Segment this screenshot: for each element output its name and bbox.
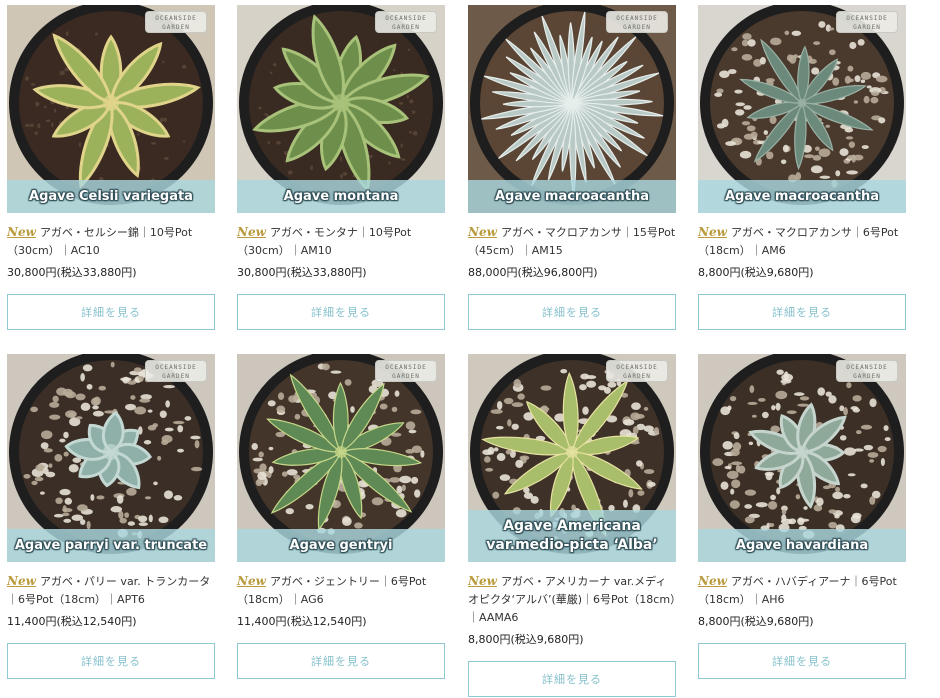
product-title-row: New アガベ・モンタナ｜10号Pot（30cm）｜AM10	[237, 223, 445, 260]
brand-logo: OCEANSIDE GARDEN	[836, 360, 898, 382]
new-badge: New	[237, 574, 266, 588]
brand-logo: OCEANSIDE GARDEN	[375, 11, 437, 33]
product-card: OCEANSIDE GARDEN Agave macroacantha New アガ…	[698, 5, 906, 330]
product-image[interactable]: OCEANSIDE GARDEN Agave gentryi	[237, 354, 445, 562]
detail-button[interactable]: 詳細を見る	[237, 294, 445, 330]
product-image[interactable]: OCEANSIDE GARDEN Agave Celsii variegata	[7, 5, 215, 213]
brand-logo: OCEANSIDE GARDEN	[836, 11, 898, 33]
brand-logo: OCEANSIDE GARDEN	[145, 360, 207, 382]
detail-button[interactable]: 詳細を見る	[468, 294, 676, 330]
product-price: 11,400円(税込12,540円)	[237, 615, 367, 628]
product-card: OCEANSIDE GARDEN Agave macroacantha New アガ…	[468, 5, 676, 330]
product-price: 11,400円(税込12,540円)	[7, 615, 137, 628]
product-title[interactable]: アガベ・マクロアカンサ｜15号Pot（45cm）｜AM15	[468, 226, 675, 257]
product-title-row: New アガベ・アメリカーナ var.メディオピクタ‘アルバ’(華厳)｜6号Pot…	[468, 572, 676, 627]
product-price: 8,800円(税込9,680円)	[468, 633, 584, 646]
product-title[interactable]: アガベ・ハバディアーナ｜6号Pot（18cm）｜AH6	[698, 575, 897, 606]
detail-button[interactable]: 詳細を見る	[7, 294, 215, 330]
product-name-banner: Agave macroacantha	[698, 180, 906, 213]
product-card: OCEANSIDE GARDEN Agave havardiana New アガベ・…	[698, 354, 906, 679]
new-badge: New	[698, 574, 727, 588]
brand-logo: OCEANSIDE GARDEN	[606, 11, 668, 33]
product-name-banner: Agave gentryi	[237, 529, 445, 562]
product-name-banner: Agave montana	[237, 180, 445, 213]
product-image[interactable]: OCEANSIDE GARDEN Agave macroacantha	[698, 5, 906, 213]
product-card: OCEANSIDE GARDEN Agave montana New アガベ・モンタ…	[237, 5, 445, 330]
product-title-row: New アガベ・ハバディアーナ｜6号Pot（18cm）｜AH6	[698, 572, 906, 609]
product-image[interactable]: OCEANSIDE GARDEN Agave Americana var.medi…	[468, 354, 676, 562]
brand-logo: OCEANSIDE GARDEN	[145, 11, 207, 33]
new-badge: New	[698, 225, 727, 239]
new-badge: New	[468, 225, 497, 239]
new-badge: New	[237, 225, 266, 239]
product-image[interactable]: OCEANSIDE GARDEN Agave havardiana	[698, 354, 906, 562]
product-name-banner: Agave Americana var.medio-picta ‘Alba’	[468, 510, 676, 562]
detail-button[interactable]: 詳細を見る	[698, 294, 906, 330]
product-image[interactable]: OCEANSIDE GARDEN Agave montana	[237, 5, 445, 213]
product-price: 30,800円(税込33,880円)	[237, 266, 367, 279]
product-title[interactable]: アガベ・パリー var. トランカータ｜6号Pot（18cm）｜APT6	[7, 575, 210, 606]
product-card: OCEANSIDE GARDEN Agave gentryi New アガベ・ジェン…	[237, 354, 445, 679]
detail-button[interactable]: 詳細を見る	[7, 643, 215, 679]
new-badge: New	[7, 225, 36, 239]
product-name-banner: Agave havardiana	[698, 529, 906, 562]
product-price: 8,800円(税込9,680円)	[698, 266, 814, 279]
product-title-row: New アガベ・セルシー錦｜10号Pot（30cm）｜AC10	[7, 223, 215, 260]
detail-button[interactable]: 詳細を見る	[468, 661, 676, 697]
product-card: OCEANSIDE GARDEN Agave parryi var. trunca…	[7, 354, 215, 679]
detail-button[interactable]: 詳細を見る	[237, 643, 445, 679]
product-name-banner: Agave macroacantha	[468, 180, 676, 213]
detail-button[interactable]: 詳細を見る	[698, 643, 906, 679]
product-image[interactable]: OCEANSIDE GARDEN Agave macroacantha	[468, 5, 676, 213]
product-title-row: New アガベ・マクロアカンサ｜15号Pot（45cm）｜AM15	[468, 223, 676, 260]
brand-logo: OCEANSIDE GARDEN	[375, 360, 437, 382]
product-price: 8,800円(税込9,680円)	[698, 615, 814, 628]
product-name-banner: Agave parryi var. truncate	[7, 529, 215, 562]
product-title-row: New アガベ・ジェントリー｜6号Pot（18cm）｜AG6	[237, 572, 445, 609]
product-image[interactable]: OCEANSIDE GARDEN Agave parryi var. trunca…	[7, 354, 215, 562]
product-price: 88,000円(税込96,800円)	[468, 266, 598, 279]
product-title-row: New アガベ・パリー var. トランカータ｜6号Pot（18cm）｜APT6	[7, 572, 215, 609]
product-title-row: New アガベ・マクロアカンサ｜6号Pot（18cm）｜AM6	[698, 223, 906, 260]
product-price: 30,800円(税込33,880円)	[7, 266, 137, 279]
brand-logo: OCEANSIDE GARDEN	[606, 360, 668, 382]
product-title[interactable]: アガベ・アメリカーナ var.メディオピクタ‘アルバ’(華厳)｜6号Pot（18…	[468, 575, 676, 624]
product-card: OCEANSIDE GARDEN Agave Celsii variegata N…	[7, 5, 215, 330]
product-card: OCEANSIDE GARDEN Agave Americana var.medi…	[468, 354, 676, 697]
product-title[interactable]: アガベ・マクロアカンサ｜6号Pot（18cm）｜AM6	[698, 226, 898, 257]
product-name-banner: Agave Celsii variegata	[7, 180, 215, 213]
new-badge: New	[7, 574, 36, 588]
new-badge: New	[468, 574, 497, 588]
